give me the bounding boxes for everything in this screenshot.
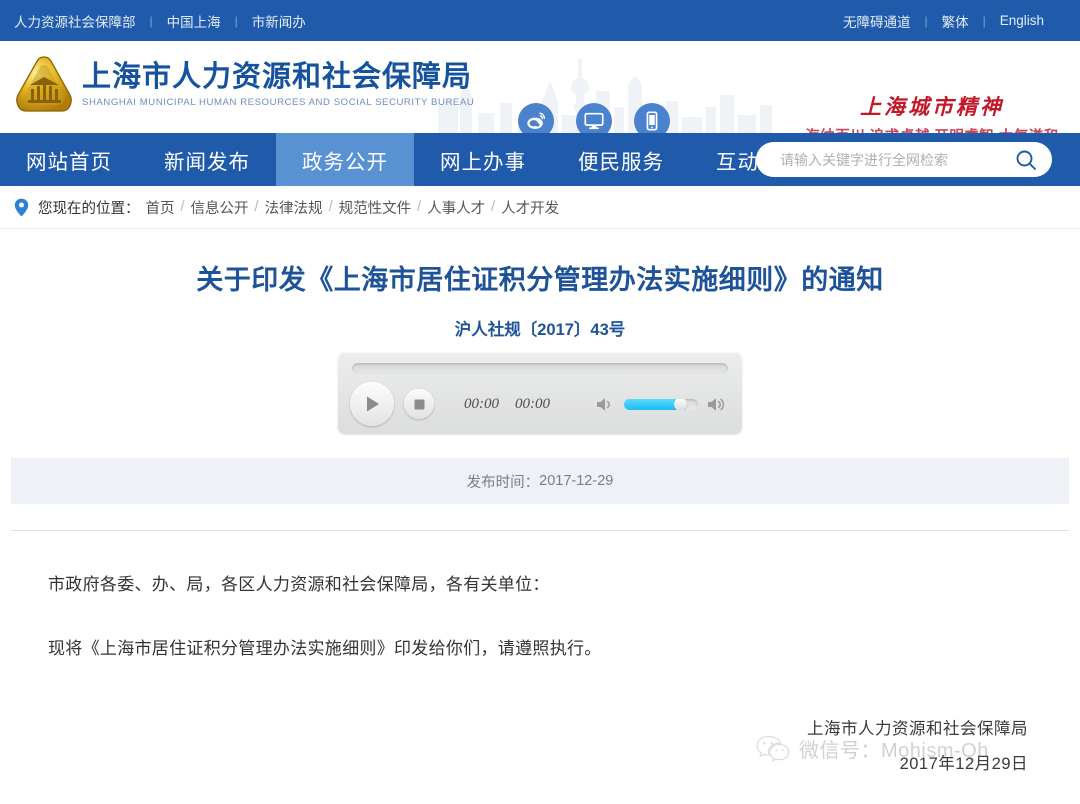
breadcrumb-separator: / <box>491 199 496 215</box>
article-paragraph: 现将《上海市居住证积分管理办法实施细则》印发给你们，请遵照执行。 <box>48 639 602 659</box>
document-signature: 上海市人力资源和社会保障局 2017年12月29日 <box>807 712 1028 781</box>
nav-item-public-services[interactable]: 便民服务 <box>552 133 690 186</box>
top-right-links: 无障碍通道 | 繁体 | English <box>843 11 1044 31</box>
time-display: 00:00 00:00 <box>464 396 550 413</box>
total-time: 00:00 <box>515 395 550 412</box>
wechat-icon <box>756 735 790 762</box>
bureau-emblem-icon <box>16 56 72 112</box>
current-time: 00:00 <box>464 395 499 412</box>
signature-organization: 上海市人力资源和社会保障局 <box>807 720 1028 738</box>
top-link-shanghai[interactable]: 中国上海 <box>167 11 221 31</box>
breadcrumb-item-personnel[interactable]: 人事人才 <box>427 197 485 218</box>
player-controls: 00:00 00:00 <box>350 381 730 427</box>
article-paragraph: 市政府各委、办、局，各区人力资源和社会保障局，各有关单位： <box>48 575 550 595</box>
top-link-english[interactable]: English <box>1000 13 1044 28</box>
play-icon <box>366 396 379 412</box>
logo-text-block: 上海市人力资源和社会保障局 SHANGHAI MUNICIPAL HUMAN R… <box>82 61 475 108</box>
publish-time-bar: 发布时间： 2017-12-29 <box>11 458 1069 505</box>
breadcrumb-label: 您现在的位置： <box>38 200 140 217</box>
breadcrumb-item-talent-development[interactable]: 人才开发 <box>501 197 559 218</box>
breadcrumb-item-laws[interactable]: 法律法规 <box>265 197 323 218</box>
social-icon-group <box>518 103 670 133</box>
top-separator: | <box>234 13 238 28</box>
signature-date: 2017年12月29日 <box>899 754 1028 773</box>
site-logo[interactable]: 上海市人力资源和社会保障局 SHANGHAI MUNICIPAL HUMAN R… <box>12 53 474 117</box>
nav-item-government-affairs[interactable]: 政务公开 <box>276 133 414 186</box>
article-body: 市政府各委、办、局，各区人力资源和社会保障局，各有关单位： 现将《上海市居住证积… <box>0 531 1080 666</box>
city-spirit-slogan: 上海城市精神 海纳百川 追求卓越 开明睿智 大气谦和 <box>798 95 1066 133</box>
breadcrumb-item-home[interactable]: 首页 <box>146 197 175 218</box>
play-button[interactable] <box>350 382 394 427</box>
search-icon[interactable] <box>1014 148 1038 172</box>
weibo-icon <box>527 112 546 129</box>
mobile-icon <box>646 111 658 131</box>
spirit-title: 上海城市精神 <box>860 95 1004 119</box>
stop-button[interactable] <box>404 389 434 420</box>
top-link-ministry[interactable]: 人力资源社会保障部 <box>14 11 136 31</box>
volume-high-icon[interactable] <box>707 396 728 413</box>
spirit-subtitle: 海纳百川 追求卓越 开明睿智 大气谦和 <box>798 125 1066 133</box>
nav-item-online-services[interactable]: 网上办事 <box>414 133 552 186</box>
logo-title-en: SHANGHAI MUNICIPAL HUMAN RESOURCES AND S… <box>82 96 475 108</box>
stop-icon <box>414 399 424 410</box>
top-separator: | <box>924 13 928 28</box>
search-input[interactable] <box>778 150 1014 169</box>
breadcrumb-separator: / <box>180 199 185 215</box>
top-utility-bar: 人力资源社会保障部 | 中国上海 | 市新闻办 无障碍通道 | 繁体 | Eng… <box>0 0 1080 41</box>
desktop-icon <box>584 112 604 130</box>
main-navigation: 网站首页 新闻发布 政务公开 网上办事 便民服务 互动交流 <box>0 133 1080 186</box>
publish-time-label: 发布时间： <box>466 474 540 491</box>
page-title: 关于印发《上海市居住证积分管理办法实施细则》的通知 <box>196 265 884 295</box>
search-box[interactable] <box>756 142 1052 177</box>
site-header: 上海市人力资源和社会保障局 SHANGHAI MUNICIPAL HUMAN R… <box>0 41 1080 133</box>
location-pin-icon <box>14 198 29 217</box>
logo-title-cn: 上海市人力资源和社会保障局 <box>82 61 473 94</box>
top-link-press-office[interactable]: 市新闻办 <box>252 11 306 31</box>
top-left-links: 人力资源社会保障部 | 中国上海 | 市新闻办 <box>14 11 306 31</box>
article-container: 关于印发《上海市居住证积分管理办法实施细则》的通知 沪人社规〔2017〕43号 … <box>0 229 1080 666</box>
seek-bar[interactable] <box>352 363 728 375</box>
mobile-version-button[interactable] <box>634 103 670 133</box>
breadcrumb-separator: / <box>328 199 333 215</box>
publish-date: 2017-12-29 <box>539 473 614 490</box>
weibo-button[interactable] <box>518 103 554 133</box>
top-separator: | <box>149 13 153 28</box>
volume-low-icon[interactable] <box>596 396 615 413</box>
volume-slider[interactable] <box>624 398 698 410</box>
desktop-version-button[interactable] <box>576 103 612 133</box>
audio-player-wrapper: 00:00 00:00 <box>0 352 1080 435</box>
breadcrumb-separator: / <box>254 199 259 215</box>
top-link-traditional-chinese[interactable]: 繁体 <box>942 11 969 31</box>
top-separator: | <box>982 13 986 28</box>
audio-player[interactable]: 00:00 00:00 <box>338 352 742 435</box>
volume-knob[interactable] <box>673 398 687 410</box>
top-link-accessibility[interactable]: 无障碍通道 <box>843 11 911 31</box>
nav-item-news[interactable]: 新闻发布 <box>138 133 276 186</box>
nav-item-home[interactable]: 网站首页 <box>0 133 138 186</box>
breadcrumb-item-info-disclosure[interactable]: 信息公开 <box>191 197 249 218</box>
breadcrumb-separator: / <box>417 199 422 215</box>
document-number: 沪人社规〔2017〕43号 <box>454 321 626 340</box>
volume-control[interactable] <box>596 396 728 413</box>
breadcrumb: 您现在的位置： 首页 / 信息公开 / 法律法规 / 规范性文件 / 人事人才 … <box>0 186 1080 229</box>
breadcrumb-item-normative-docs[interactable]: 规范性文件 <box>339 197 412 218</box>
